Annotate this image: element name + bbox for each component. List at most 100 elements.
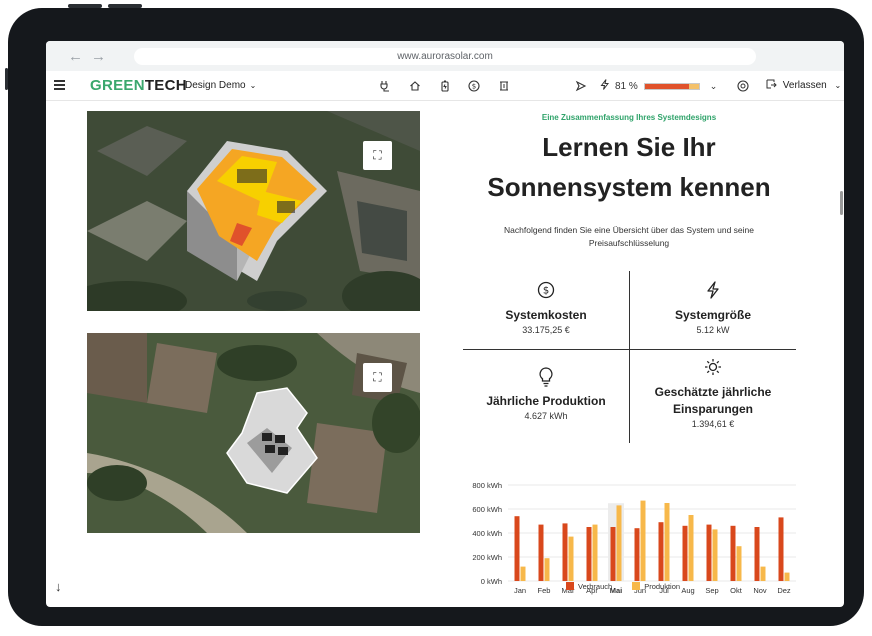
page-title: Lernen Sie Ihr Sonnensystem kennen bbox=[487, 132, 771, 202]
exit-icon bbox=[766, 79, 780, 91]
stat-system-size: Systemgröße 5.12 kW bbox=[630, 281, 796, 335]
bar-consumption bbox=[682, 525, 688, 581]
divider bbox=[463, 349, 796, 350]
bar-consumption bbox=[754, 527, 760, 581]
y-tick-label: 200 kWh bbox=[472, 553, 502, 562]
bar-production bbox=[712, 529, 718, 581]
x-tick-label: Sep bbox=[705, 586, 718, 595]
aerial-2d-image: ⛶ bbox=[87, 333, 420, 533]
bar-production bbox=[736, 546, 742, 581]
aerial-3d-image: ⛶ bbox=[87, 111, 420, 311]
browser-nav: ←→ bbox=[68, 48, 114, 65]
project-selector[interactable]: Design Demo ⌄ bbox=[185, 80, 256, 91]
bar-production bbox=[688, 515, 694, 581]
legend-item-consumption: Verbrauch bbox=[566, 582, 612, 591]
hero-kicker: Eine Zusammenfassung Ihres Systemdesigns bbox=[541, 113, 717, 122]
tablet-button bbox=[5, 68, 8, 90]
stat-title: Systemkosten bbox=[505, 308, 587, 322]
energy-progress-bar bbox=[643, 82, 700, 90]
stats-grid: $ Systemkosten 33.175,25 € Systemgröße 5… bbox=[463, 271, 796, 443]
stat-value: 33.175,25 € bbox=[522, 325, 570, 335]
chevron-down-icon[interactable]: ⌄ bbox=[710, 81, 718, 92]
sun-icon bbox=[630, 358, 796, 378]
tablet-button bbox=[108, 4, 142, 8]
forward-arrow-icon[interactable]: → bbox=[91, 48, 114, 65]
x-tick-label: Dez bbox=[777, 586, 791, 595]
legend-item-production: Produktion bbox=[632, 582, 680, 591]
plug-icon[interactable] bbox=[379, 80, 391, 92]
x-tick-label: Okt bbox=[730, 586, 743, 595]
logo: GREENTECH bbox=[90, 77, 187, 94]
bar-production bbox=[520, 566, 526, 581]
bar-consumption bbox=[658, 522, 664, 581]
contract-icon[interactable] bbox=[498, 80, 510, 92]
expand-icon[interactable]: ⛶ bbox=[363, 363, 392, 392]
stat-system-cost: $ Systemkosten 33.175,25 € bbox=[463, 281, 629, 335]
bar-consumption bbox=[634, 528, 640, 581]
bar-production bbox=[664, 503, 670, 581]
bar-consumption bbox=[538, 524, 544, 581]
svg-text:$: $ bbox=[472, 83, 476, 91]
page-subtitle: Nachfolgend finden Sie eine Übersicht üb… bbox=[504, 225, 754, 248]
back-arrow-icon[interactable]: ← bbox=[68, 48, 91, 65]
chevron-down-icon: ⌄ bbox=[834, 81, 842, 90]
battery-icon[interactable] bbox=[439, 80, 451, 92]
dollar-icon[interactable]: $ bbox=[468, 80, 480, 92]
summary-page: ⛶ ⛶ Eine Zusammenfassung Ihres Systemdes… bbox=[46, 101, 844, 607]
svg-text:$: $ bbox=[543, 286, 549, 297]
bar-production bbox=[640, 500, 646, 581]
bar-production bbox=[760, 566, 766, 581]
bar-production bbox=[592, 524, 598, 581]
bar-consumption bbox=[610, 527, 616, 581]
exit-button[interactable]: Verlassen ⌄ bbox=[766, 79, 841, 91]
home-icon[interactable] bbox=[409, 80, 421, 92]
dollar-icon: $ bbox=[463, 281, 629, 301]
legend-swatch bbox=[632, 582, 641, 590]
bar-production bbox=[544, 558, 550, 581]
bar-consumption bbox=[562, 523, 568, 581]
support-icon[interactable] bbox=[737, 80, 749, 92]
energy-offset[interactable]: 81 % ⌄ bbox=[600, 79, 717, 93]
stat-value: 1.394,61 € bbox=[691, 419, 735, 429]
y-tick-label: 400 kWh bbox=[472, 529, 502, 538]
expand-icon[interactable]: ⛶ bbox=[363, 141, 392, 170]
highlight-band bbox=[608, 503, 624, 581]
send-icon[interactable] bbox=[575, 80, 587, 92]
x-tick-label: Jan bbox=[514, 586, 526, 595]
bar-production bbox=[784, 572, 790, 581]
stat-title: Jährliche Produktion bbox=[486, 394, 606, 408]
energy-progress-fill bbox=[644, 83, 689, 89]
bar-consumption bbox=[586, 527, 592, 581]
x-tick-label: Aug bbox=[681, 586, 694, 595]
bar-consumption bbox=[778, 517, 784, 581]
scroll-down-icon[interactable]: ↓ bbox=[55, 579, 62, 594]
url-bar[interactable]: www.aurorasolar.com bbox=[134, 48, 756, 65]
screen: ←→ www.aurorasolar.com GREENTECH Design … bbox=[46, 41, 844, 607]
bar-consumption bbox=[730, 525, 736, 581]
stat-annual-production: Jährliche Produktion 4.627 kWh bbox=[463, 367, 629, 421]
stat-title: Systemgröße bbox=[674, 308, 752, 322]
menu-icon[interactable] bbox=[54, 80, 65, 90]
bar-consumption bbox=[514, 516, 520, 581]
app-header: GREENTECH Design Demo ⌄ $ 81 % ⌄ Verlass… bbox=[46, 71, 844, 101]
tablet-frame: ←→ www.aurorasolar.com GREENTECH Design … bbox=[5, 4, 864, 626]
stat-annual-savings: Geschätzte jährliche Einsparungen 1.394,… bbox=[630, 358, 796, 429]
legend-swatch bbox=[566, 582, 574, 590]
bar-production bbox=[616, 505, 622, 581]
x-tick-label: Nov bbox=[753, 586, 767, 595]
y-tick-label: 800 kWh bbox=[472, 481, 502, 490]
stat-value: 4.627 kWh bbox=[524, 411, 568, 421]
stat-value: 5.12 kW bbox=[696, 325, 730, 335]
chart-legend: Verbrauch Produktion bbox=[566, 582, 680, 591]
y-tick-label: 600 kWh bbox=[472, 505, 502, 514]
bar-consumption bbox=[706, 524, 712, 581]
bar-production bbox=[568, 536, 574, 581]
x-tick-label: Feb bbox=[538, 586, 551, 595]
stat-title: Geschätzte jährliche Einsparungen bbox=[654, 385, 772, 416]
energy-percent: 81 % bbox=[615, 80, 638, 92]
scrollbar[interactable] bbox=[840, 191, 843, 215]
bolt-icon bbox=[600, 79, 610, 93]
browser-bar: ←→ www.aurorasolar.com bbox=[46, 41, 844, 71]
y-tick-label: 0 kWh bbox=[481, 577, 502, 586]
tablet-button bbox=[68, 4, 102, 8]
